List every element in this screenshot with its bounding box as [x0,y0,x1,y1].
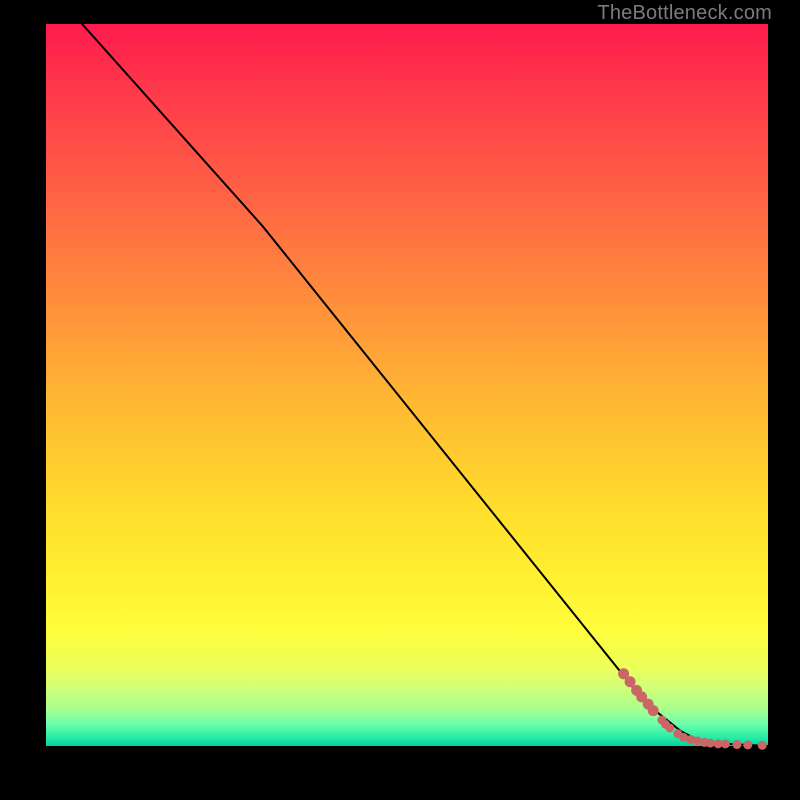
data-point [744,741,752,749]
data-point [625,677,635,687]
scatter-markers [619,669,767,749]
data-point [693,737,701,745]
data-point [758,741,766,749]
data-point [648,706,658,716]
data-point [706,739,714,747]
chart-container: { "watermark": "TheBottleneck.com", "col… [0,0,800,800]
data-point [721,740,729,748]
watermark-text: TheBottleneck.com [597,2,772,25]
data-point [666,724,674,732]
curve-line [82,24,768,746]
chart-svg [46,24,768,746]
data-point [733,741,741,749]
